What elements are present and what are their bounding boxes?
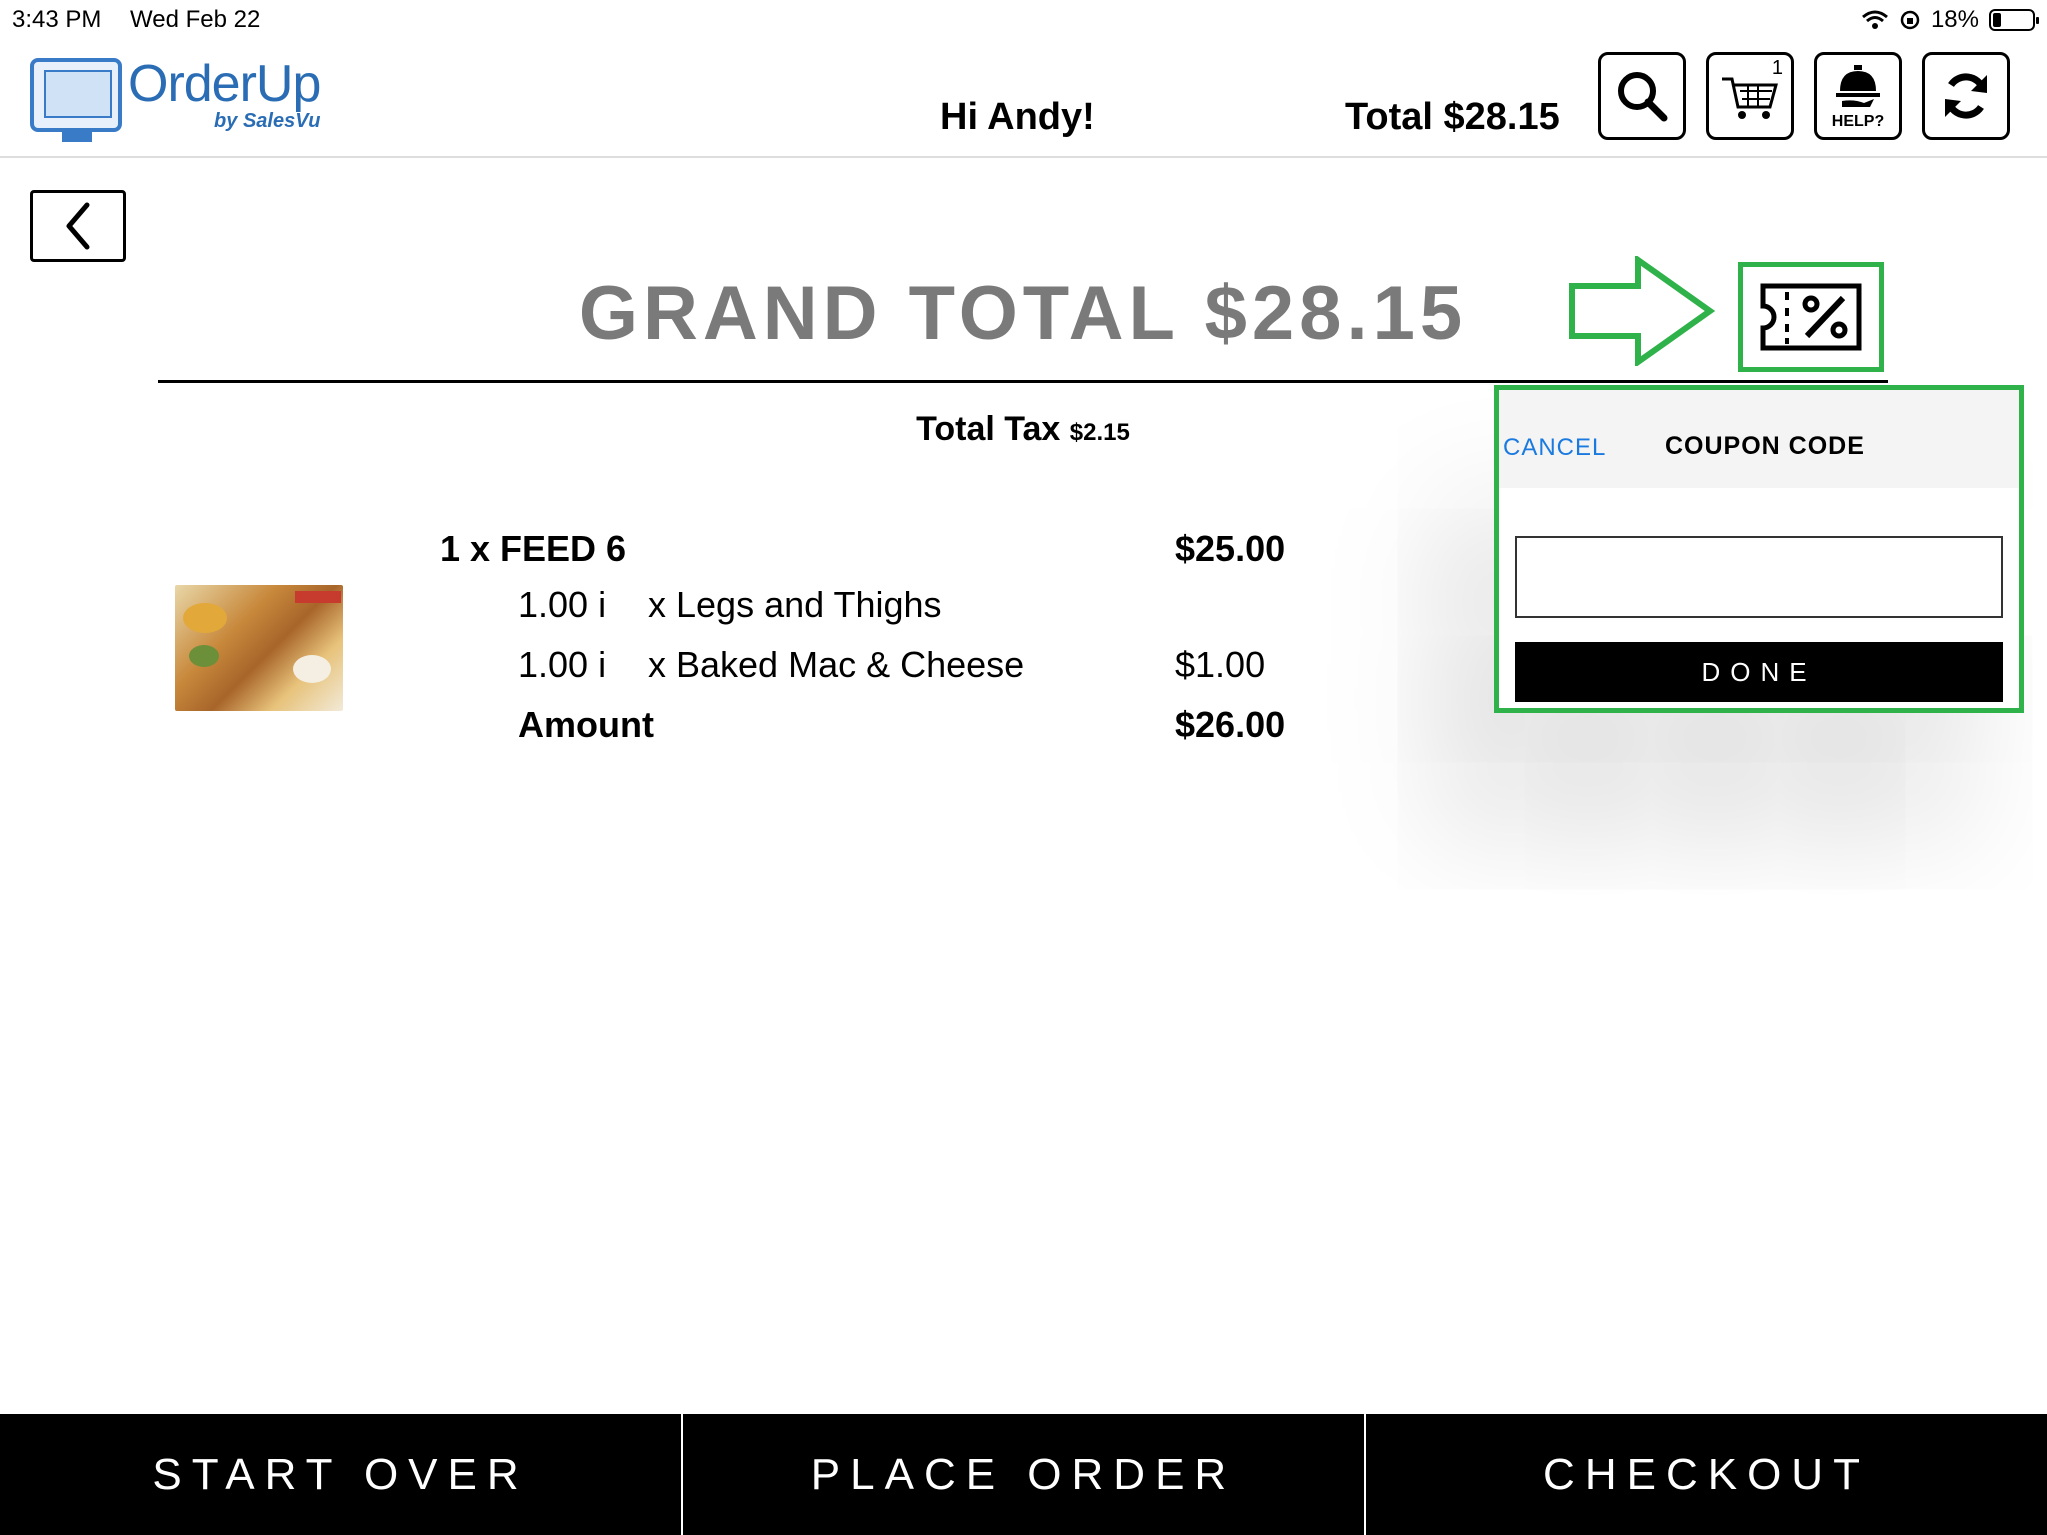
refresh-icon [1945,73,1987,119]
modifier-name: x Baked Mac & Cheese [648,644,1025,685]
amount-value: $26.00 [1175,704,1286,745]
brand-name: OrderUp [128,55,321,113]
tax-label: Total Tax [916,410,1061,448]
wifi-icon [1861,10,1888,29]
back-button[interactable] [30,190,126,262]
amount-label: Amount [518,704,654,745]
status-bar: 3:43 PM Wed Feb 22 18% [0,0,2047,40]
search-button[interactable] [1598,52,1686,140]
modifier-qty: 1.00 i [518,584,607,625]
service-bell-icon [1836,65,1880,107]
cancel-button[interactable]: CANCEL [1503,434,1606,462]
cart-count-badge: 1 [1771,57,1783,79]
place-order-button[interactable]: PLACE ORDER [683,1414,1366,1535]
item-title: 1 x FEED 6 [440,528,627,569]
coupon-header: CANCEL COUPON CODE [1499,390,2019,488]
search-icon [1618,72,1668,122]
orientation-lock-icon [1900,10,1920,30]
kiosk-logo-icon [30,58,122,142]
tax-value: $2.15 [1069,419,1130,446]
app-header: OrderUp by SalesVu Hi Andy! Total $28.15… [0,40,2047,158]
done-button[interactable]: DONE [1515,642,2003,702]
orderup-logo[interactable]: OrderUp by SalesVu [30,55,321,142]
item-price: $25.00 [1175,528,1286,569]
battery-icon [1989,9,2039,31]
modifier-name: x Legs and Thighs [648,584,942,625]
header-total: Total $28.15 [1345,96,1560,138]
start-over-button[interactable]: START OVER [0,1414,683,1535]
checkout-button[interactable]: CHECKOUT [1366,1414,2047,1535]
brand-subtitle: by SalesVu [214,110,321,132]
arrow-right-icon [1569,256,1716,366]
status-indicators: 18% [1861,6,2039,34]
modifier-qty: 1.00 i [518,644,607,685]
item-photo [175,585,343,711]
chevron-left-icon [66,202,90,250]
refresh-button[interactable] [1922,52,2010,140]
footer-bar: START OVER PLACE ORDER CHECKOUT [0,1414,2047,1535]
coupon-title: COUPON CODE [1665,432,1865,460]
help-button[interactable]: HELP? [1814,52,1902,140]
status-date: Wed Feb 22 [130,6,261,33]
divider [158,380,1888,383]
coupon-code-input[interactable] [1515,536,2003,618]
coupon-ticket-icon [1760,283,1862,351]
cart-button[interactable]: 1 [1706,52,1794,140]
modifier-price: $1.00 [1175,644,1266,685]
greeting: Hi Andy! [940,96,1095,138]
coupon-popover: CANCEL COUPON CODE DONE [1494,385,2024,713]
battery-percent: 18% [1930,6,1979,33]
coupon-button[interactable] [1738,262,1884,372]
help-label: HELP? [1831,113,1885,130]
status-time: 3:43 PM [12,6,102,33]
